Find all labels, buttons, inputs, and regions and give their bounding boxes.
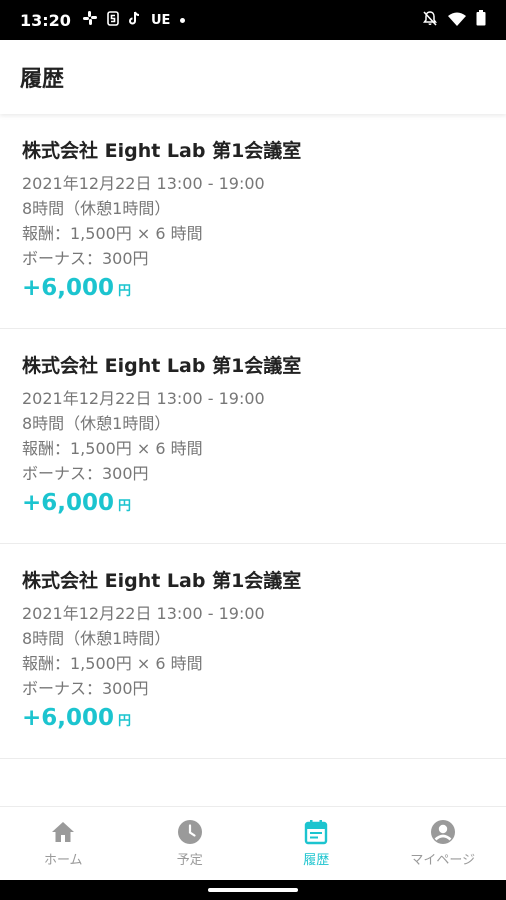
card-datetime: 2021年12月22日 13:00 - 19:00 — [22, 604, 265, 623]
amount-unit: 円 — [118, 284, 132, 299]
nav-label-schedule: 予定 — [176, 853, 203, 868]
status-notification-icons: UE — [82, 10, 186, 30]
nav-label-mypage: マイページ — [410, 853, 476, 868]
tiktok-icon — [128, 11, 141, 29]
app-header: 履歴 — [0, 40, 506, 114]
card-title: 株式会社 Eight Lab 第1会議室 — [22, 140, 302, 162]
card-bonus: ボーナス：300円 — [22, 679, 149, 698]
dot-icon — [180, 17, 186, 23]
battery-icon — [476, 10, 486, 30]
gesture-bar — [0, 880, 506, 900]
nav-item-home[interactable]: ホーム — [0, 807, 127, 880]
home-gesture-handle[interactable] — [208, 888, 298, 892]
home-icon — [50, 819, 76, 845]
amount-value: +6,000 — [22, 490, 115, 516]
nav-label-home: ホーム — [43, 853, 83, 868]
status-time: 13:20 — [20, 10, 71, 30]
card-datetime: 2021年12月22日 13:00 - 19:00 — [22, 389, 265, 408]
amount-unit: 円 — [118, 714, 132, 729]
card-reward: 報酬：1,500円 × 6 時間 — [22, 654, 203, 673]
card-datetime: 2021年12月22日 13:00 - 19:00 — [22, 174, 265, 193]
card-bonus: ボーナス：300円 — [22, 249, 149, 268]
card-title: 株式会社 Eight Lab 第1会議室 — [22, 570, 302, 592]
nav-label-history: 履歴 — [303, 853, 330, 868]
bottom-nav: ホーム 予定 履歴 マイページ — [0, 806, 506, 880]
clock-icon — [177, 819, 203, 845]
status-system-icons — [422, 10, 486, 30]
amount-unit: 円 — [118, 499, 132, 514]
card-duration: 8時間（休憩1時間） — [22, 199, 171, 218]
card-amount: +6,000 円 — [22, 490, 484, 516]
s-icon — [107, 10, 119, 30]
history-list: 株式会社 Eight Lab 第1会議室 2021年12月22日 13:00 -… — [0, 114, 506, 759]
card-amount: +6,000 円 — [22, 275, 484, 301]
card-reward: 報酬：1,500円 × 6 時間 — [22, 439, 203, 458]
wifi-icon — [448, 11, 466, 30]
history-card[interactable]: 株式会社 Eight Lab 第1会議室 2021年12月22日 13:00 -… — [0, 544, 506, 759]
muted-bell-icon — [422, 10, 438, 30]
card-duration: 8時間（休憩1時間） — [22, 629, 171, 648]
amount-value: +6,000 — [22, 705, 115, 731]
nav-item-history[interactable]: 履歴 — [253, 807, 380, 880]
card-bonus: ボーナス：300円 — [22, 464, 149, 483]
card-title: 株式会社 Eight Lab 第1会議室 — [22, 355, 302, 377]
account-icon — [430, 819, 456, 845]
card-reward: 報酬：1,500円 × 6 時間 — [22, 224, 203, 243]
amount-value: +6,000 — [22, 275, 115, 301]
nav-item-mypage[interactable]: マイページ — [380, 807, 506, 880]
history-card[interactable]: 株式会社 Eight Lab 第1会議室 2021年12月22日 13:00 -… — [0, 114, 506, 329]
card-amount: +6,000 円 — [22, 705, 484, 731]
page-title: 履歴 — [20, 67, 65, 92]
card-duration: 8時間（休憩1時間） — [22, 414, 171, 433]
nav-item-schedule[interactable]: 予定 — [127, 807, 254, 880]
history-card[interactable]: 株式会社 Eight Lab 第1会議室 2021年12月22日 13:00 -… — [0, 329, 506, 544]
calendar-icon — [303, 819, 329, 845]
ue-icon: UE — [150, 12, 171, 28]
slack-icon — [82, 11, 97, 29]
status-bar: 13:20 UE — [0, 0, 506, 40]
